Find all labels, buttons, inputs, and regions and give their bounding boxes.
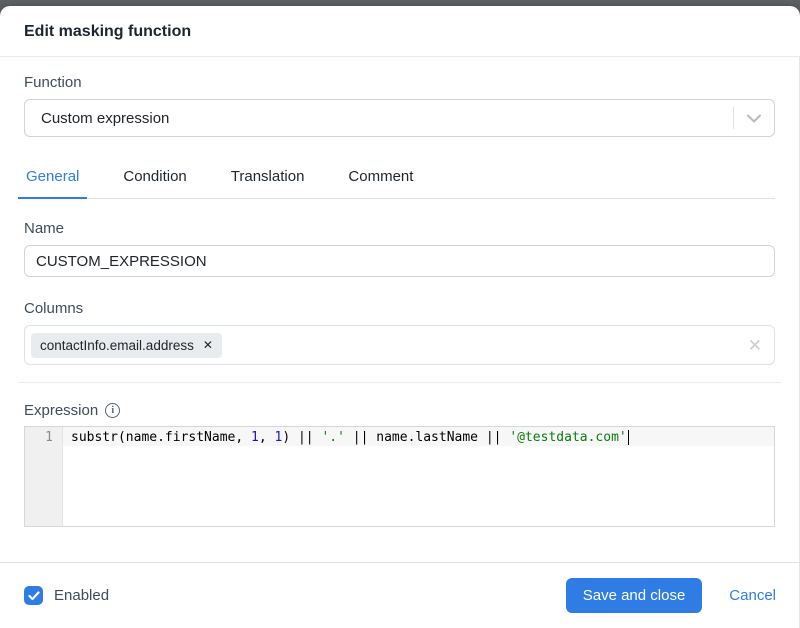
tab-general[interactable]: General (24, 164, 81, 198)
editor-content[interactable]: substr(name.firstName, 1, 1) || '.' || n… (63, 427, 774, 526)
function-select-value: Custom expression (25, 110, 733, 127)
enabled-label: Enabled (54, 587, 109, 604)
cancel-link[interactable]: Cancel (729, 587, 776, 604)
expression-label: Expression (24, 402, 98, 419)
code-line: substr(name.firstName, 1, 1) || '.' || n… (63, 427, 774, 446)
function-label: Function (24, 74, 775, 91)
page-backdrop: Edit masking function Function Custom ex… (0, 0, 800, 628)
section-divider (18, 382, 781, 383)
column-tag: contactInfo.email.address ✕ (31, 333, 222, 358)
enabled-checkbox-row[interactable]: Enabled (24, 586, 109, 605)
column-tag-label: contactInfo.email.address (40, 338, 194, 353)
line-number: 1 (25, 427, 62, 446)
code-token: '@testdata.com' (509, 430, 626, 445)
enabled-checkbox[interactable] (24, 586, 43, 605)
tab-comment[interactable]: Comment (346, 164, 415, 198)
clear-all-icon[interactable]: ✕ (748, 337, 762, 354)
code-token: ) || (282, 430, 321, 445)
columns-input[interactable]: contactInfo.email.address ✕ ✕ (24, 325, 775, 365)
text-cursor (628, 430, 629, 445)
name-label: Name (24, 220, 775, 237)
modal-footer: Enabled Save and close Cancel (0, 562, 800, 628)
code-token: || name.lastName || (345, 430, 509, 445)
function-select[interactable]: Custom expression (24, 99, 775, 137)
tag-remove-icon[interactable]: ✕ (203, 339, 213, 351)
expression-code-editor[interactable]: 1 substr(name.firstName, 1, 1) || '.' ||… (24, 426, 775, 527)
code-token: , (259, 430, 275, 445)
tab-translation[interactable]: Translation (229, 164, 307, 198)
modal-body: Function Custom expression General Condi… (0, 57, 800, 628)
edit-masking-function-modal: Edit masking function Function Custom ex… (0, 6, 800, 628)
code-token: '.' (321, 430, 344, 445)
code-token: 1 (251, 430, 259, 445)
modal-title: Edit masking function (0, 6, 800, 57)
name-input[interactable] (24, 245, 775, 277)
code-token: substr(name.firstName, (71, 430, 251, 445)
expression-label-row: Expression i (24, 402, 775, 419)
info-icon[interactable]: i (105, 403, 120, 418)
editor-gutter: 1 (25, 427, 63, 526)
chevron-down-icon[interactable] (734, 114, 774, 123)
tab-condition[interactable]: Condition (121, 164, 188, 198)
columns-label: Columns (24, 300, 775, 317)
tab-bar: General Condition Translation Comment (24, 164, 775, 199)
save-and-close-button[interactable]: Save and close (566, 578, 703, 613)
footer-actions: Save and close Cancel (566, 578, 776, 613)
